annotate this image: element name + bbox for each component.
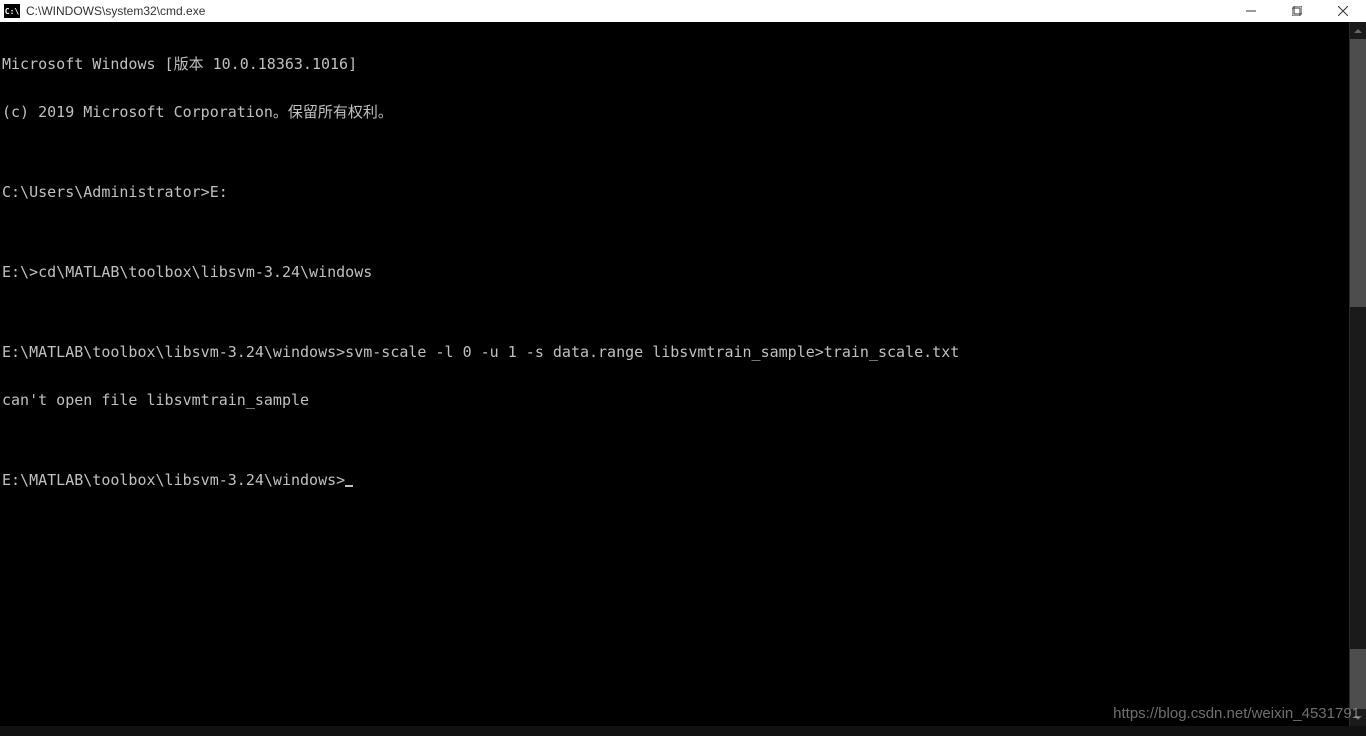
window-title: C:\WINDOWS\system32\cmd.exe (26, 4, 1228, 18)
taskbar (0, 726, 1366, 736)
maximize-icon (1292, 6, 1302, 16)
vertical-scrollbar[interactable] (1349, 22, 1366, 726)
scroll-up-button[interactable] (1350, 22, 1366, 39)
window-controls (1228, 0, 1366, 22)
terminal-line: Microsoft Windows [版本 10.0.18363.1016] (2, 56, 1349, 72)
maximize-button[interactable] (1274, 0, 1320, 22)
terminal-line: (c) 2019 Microsoft Corporation。保留所有权利。 (2, 104, 1349, 120)
prompt-text: E:\MATLAB\toolbox\libsvm-3.24\windows> (2, 471, 345, 489)
titlebar: C:\ C:\WINDOWS\system32\cmd.exe (0, 0, 1366, 22)
scrollbar-thumb[interactable] (1350, 649, 1366, 709)
terminal-prompt: E:\MATLAB\toolbox\libsvm-3.24\windows> (2, 472, 1349, 488)
chevron-up-icon (1354, 29, 1362, 33)
scrollbar-thumb[interactable] (1350, 39, 1366, 307)
close-icon (1338, 6, 1348, 16)
cursor (345, 485, 353, 487)
terminal-line: can't open file libsvmtrain_sample (2, 392, 1349, 408)
cmd-window: C:\ C:\WINDOWS\system32\cmd.exe Microsof… (0, 0, 1366, 726)
terminal-line: C:\Users\Administrator>E: (2, 184, 1349, 200)
cmd-icon: C:\ (4, 4, 20, 18)
watermark: https://blog.csdn.net/weixin_4531791 (1113, 705, 1360, 722)
minimize-icon (1246, 6, 1256, 16)
scrollbar-track[interactable] (1350, 39, 1366, 709)
terminal-line: E:\MATLAB\toolbox\libsvm-3.24\windows>sv… (2, 344, 1349, 360)
close-button[interactable] (1320, 0, 1366, 22)
terminal-output[interactable]: Microsoft Windows [版本 10.0.18363.1016] (… (0, 22, 1349, 726)
minimize-button[interactable] (1228, 0, 1274, 22)
terminal-line: E:\>cd\MATLAB\toolbox\libsvm-3.24\window… (2, 264, 1349, 280)
terminal-area: Microsoft Windows [版本 10.0.18363.1016] (… (0, 22, 1366, 726)
